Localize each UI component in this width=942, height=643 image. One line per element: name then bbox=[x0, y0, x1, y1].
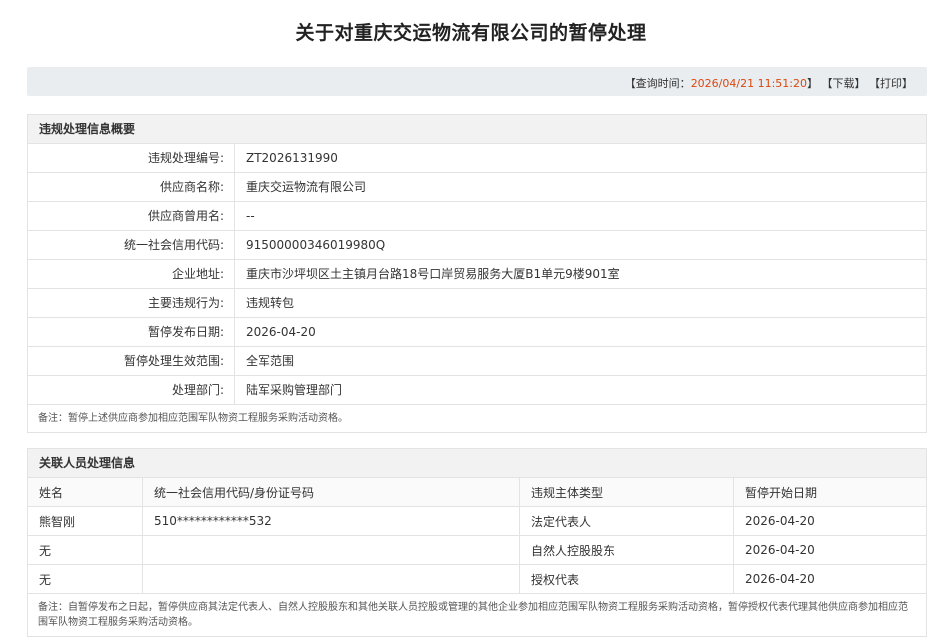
person-date: 2026-04-20 bbox=[733, 506, 926, 536]
column-header-name: 姓名 bbox=[28, 478, 143, 507]
person-name: 熊智刚 bbox=[28, 506, 143, 536]
person-name: 无 bbox=[28, 564, 143, 594]
column-header-id: 统一社会信用代码/身份证号码 bbox=[142, 478, 520, 507]
info-row-scope: 暂停处理生效范围: 全军范围 bbox=[28, 347, 926, 376]
person-id: 510************532 bbox=[142, 506, 520, 536]
person-type: 法定代表人 bbox=[519, 506, 734, 536]
person-date: 2026-04-20 bbox=[733, 535, 926, 565]
column-header-date: 暂停开始日期 bbox=[733, 478, 926, 507]
person-id bbox=[142, 564, 520, 594]
query-time-value: 2026/04/21 11:51:20 bbox=[690, 77, 807, 90]
overview-note: 备注：暂停上述供应商参加相应范围军队物资工程服务采购活动资格。 bbox=[38, 413, 348, 424]
persons-note: 备注：自暂停发布之日起，暂停供应商其法定代表人、自然人控股股东和其他关联人员控股… bbox=[38, 602, 908, 628]
info-value: 违规转包 bbox=[246, 296, 295, 310]
overview-heading: 违规处理信息概要 bbox=[28, 115, 926, 144]
info-value: 重庆交运物流有限公司 bbox=[246, 180, 367, 194]
person-id bbox=[142, 535, 520, 565]
info-row-former-name: 供应商曾用名: -- bbox=[28, 202, 926, 231]
info-value: -- bbox=[246, 209, 255, 223]
info-value: 重庆市沙坪坝区土主镇月台路18号口岸贸易服务大厦B1单元9楼901室 bbox=[246, 267, 620, 281]
info-row-violation: 主要违规行为: 违规转包 bbox=[28, 289, 926, 318]
info-value: 91500000346019980Q bbox=[246, 238, 386, 252]
column-header-type: 违规主体类型 bbox=[519, 478, 734, 507]
table-row: 熊智刚 510************532 法定代表人 2026-04-20 bbox=[28, 506, 926, 536]
info-row-violation-id: 违规处理编号: ZT2026131990 bbox=[28, 144, 926, 173]
info-label: 处理部门: bbox=[28, 376, 235, 404]
info-label: 供应商曾用名: bbox=[28, 202, 235, 230]
info-label: 供应商名称: bbox=[28, 173, 235, 201]
info-row-department: 处理部门: 陆军采购管理部门 bbox=[28, 376, 926, 405]
table-row: 无 授权代表 2026-04-20 bbox=[28, 564, 926, 594]
toolbar-actions: 【查询时间：2026/04/21 11:51:20】 【下载】 【打印】 bbox=[625, 75, 913, 91]
person-type: 授权代表 bbox=[519, 564, 734, 594]
download-button[interactable]: 【下载】 bbox=[822, 77, 866, 90]
toolbar: 【查询时间：2026/04/21 11:51:20】 【下载】 【打印】 bbox=[27, 67, 927, 96]
info-value: 全军范围 bbox=[246, 354, 295, 368]
info-label: 暂停发布日期: bbox=[28, 318, 235, 346]
person-name: 无 bbox=[28, 535, 143, 565]
info-value: ZT2026131990 bbox=[246, 151, 338, 165]
person-date: 2026-04-20 bbox=[733, 564, 926, 594]
info-row-supplier-name: 供应商名称: 重庆交运物流有限公司 bbox=[28, 173, 926, 202]
info-label: 违规处理编号: bbox=[28, 144, 235, 172]
info-row-publish-date: 暂停发布日期: 2026-04-20 bbox=[28, 318, 926, 347]
info-label: 统一社会信用代码: bbox=[28, 231, 235, 259]
info-value: 2026-04-20 bbox=[246, 325, 316, 339]
info-row-address: 企业地址: 重庆市沙坪坝区土主镇月台路18号口岸贸易服务大厦B1单元9楼901室 bbox=[28, 260, 926, 289]
info-value: 陆军采购管理部门 bbox=[246, 383, 343, 397]
person-type: 自然人控股股东 bbox=[519, 535, 734, 565]
query-time-close: 】 bbox=[807, 77, 818, 90]
persons-table: 姓名 统一社会信用代码/身份证号码 违规主体类型 暂停开始日期 熊智刚 510*… bbox=[28, 478, 926, 594]
info-label: 企业地址: bbox=[28, 260, 235, 288]
info-label: 主要违规行为: bbox=[28, 289, 235, 317]
overview-panel: 违规处理信息概要 违规处理编号: ZT2026131990 供应商名称: 重庆交… bbox=[27, 114, 927, 433]
table-row: 无 自然人控股股东 2026-04-20 bbox=[28, 535, 926, 565]
info-row-credit-code: 统一社会信用代码: 91500000346019980Q bbox=[28, 231, 926, 260]
table-header-row: 姓名 统一社会信用代码/身份证号码 违规主体类型 暂停开始日期 bbox=[28, 478, 926, 507]
page-title: 关于对重庆交运物流有限公司的暂停处理 bbox=[295, 22, 647, 44]
info-label: 暂停处理生效范围: bbox=[28, 347, 235, 375]
persons-heading: 关联人员处理信息 bbox=[28, 449, 926, 478]
print-button[interactable]: 【打印】 bbox=[869, 77, 913, 90]
persons-panel: 关联人员处理信息 姓名 统一社会信用代码/身份证号码 违规主体类型 暂停开始日期… bbox=[27, 448, 927, 637]
query-time-label: 【查询时间： bbox=[624, 77, 691, 90]
